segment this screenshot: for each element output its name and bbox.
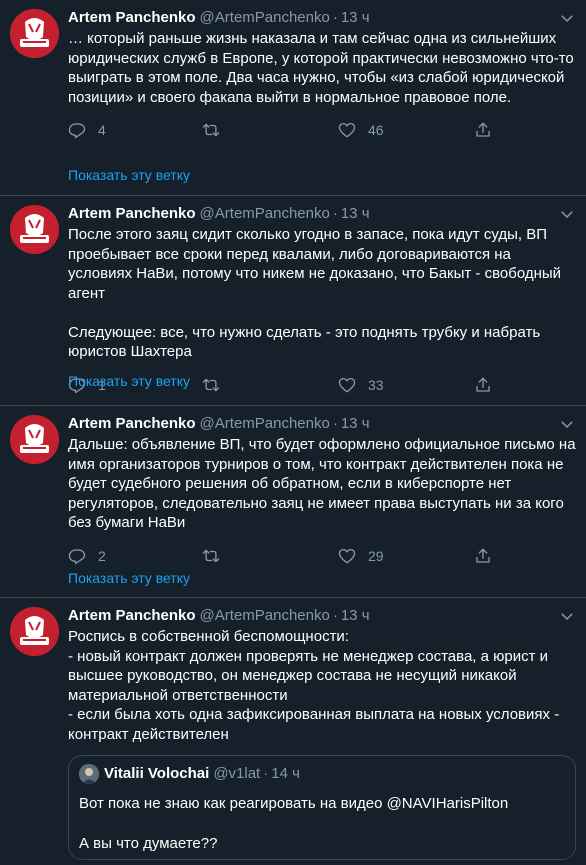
- avatar-logo-icon: [10, 607, 59, 656]
- show-thread-link[interactable]: Показать эту ветку: [68, 569, 190, 587]
- separator-dot: ·: [332, 205, 338, 222]
- retweet-button[interactable]: [202, 374, 232, 396]
- avatar-logo-icon: [10, 9, 59, 58]
- user-avatar-icon: [79, 764, 99, 784]
- share-icon: [476, 122, 490, 137]
- show-thread-link[interactable]: Показать эту ветку: [68, 166, 190, 184]
- share-button[interactable]: [474, 545, 492, 567]
- avatar[interactable]: [10, 415, 59, 464]
- tweet[interactable]: Artem Panchenko @ArtemPanchenko · 13 ч Посл…: [0, 196, 586, 406]
- tweet-header: Artem Panchenko @ArtemPanchenko · 13 ч: [68, 204, 576, 224]
- like-button[interactable]: 46: [338, 119, 384, 141]
- show-thread-link[interactable]: Показать эту ветку: [68, 372, 190, 390]
- share-icon: [476, 377, 490, 392]
- share-icon: [476, 548, 490, 563]
- quoted-author-handle: @v1lat: [213, 765, 261, 782]
- separator-dot: ·: [263, 765, 269, 782]
- tweet-header: Artem Panchenko @ArtemPanchenko · 13 ч: [68, 606, 576, 626]
- quoted-tweet-text: Вот пока не знаю как реагировать на виде…: [79, 795, 509, 852]
- quoted-tweet-time: 14 ч: [271, 765, 300, 782]
- chevron-down-icon[interactable]: [558, 9, 576, 27]
- heart-icon: [338, 122, 356, 138]
- tweet-time[interactable]: 13 ч: [341, 415, 370, 432]
- tweet-content: Artem Panchenko @ArtemPanchenko · 13 ч Даль…: [68, 414, 576, 567]
- tweet-header: Artem Panchenko @ArtemPanchenko · 13 ч: [68, 8, 576, 28]
- heart-icon: [338, 548, 356, 563]
- quoted-tweet-header: Vitalii Volochai @v1lat · 14 ч: [79, 764, 563, 784]
- author-handle[interactable]: @ArtemPanchenko: [200, 9, 330, 26]
- separator-dot: ·: [332, 9, 338, 26]
- like-count: 33: [368, 376, 384, 393]
- avatar[interactable]: [10, 205, 59, 254]
- chevron-down-icon[interactable]: [558, 607, 576, 625]
- quoted-tweet[interactable]: Vitalii Volochai @v1lat · 14 ч Вот пока не …: [68, 755, 576, 860]
- tweet[interactable]: Artem Panchenko @ArtemPanchenko · 13 ч … ко…: [0, 0, 586, 196]
- tweet-time[interactable]: 13 ч: [341, 9, 370, 26]
- retweet-icon: [202, 549, 220, 562]
- like-count: 29: [368, 547, 384, 564]
- tweet-content: Artem Panchenko @ArtemPanchenko · 13 ч Росп…: [68, 606, 576, 860]
- tweet-time[interactable]: 13 ч: [341, 205, 370, 222]
- avatar-logo-icon: [10, 205, 59, 254]
- share-button[interactable]: [474, 119, 492, 141]
- like-button[interactable]: 29: [338, 545, 384, 567]
- tweet-content: Artem Panchenko @ArtemPanchenko · 13 ч … ко…: [68, 8, 576, 141]
- avatar[interactable]: [10, 607, 59, 656]
- heart-icon: [338, 377, 356, 392]
- timeline: Artem Panchenko @ArtemPanchenko · 13 ч … ко…: [0, 0, 586, 865]
- tweet-text: Роспись в собственной беспомощности: - н…: [68, 628, 560, 743]
- tweet-text: Дальше: объявление ВП, что будет оформле…: [68, 436, 576, 531]
- retweet-icon: [202, 378, 220, 391]
- tweet-content: Artem Panchenko @ArtemPanchenko · 13 ч Посл…: [68, 204, 576, 396]
- quoted-author-name: Vitalii Volochai: [104, 765, 210, 782]
- retweet-button[interactable]: [202, 119, 232, 141]
- author-name[interactable]: Artem Panchenko: [68, 415, 196, 432]
- author-handle[interactable]: @ArtemPanchenko: [200, 607, 330, 624]
- reply-count: 2: [98, 547, 106, 564]
- avatar-logo-icon: [10, 415, 59, 464]
- tweet-time[interactable]: 13 ч: [341, 607, 370, 624]
- reply-button[interactable]: 4: [68, 119, 106, 141]
- author-handle[interactable]: @ArtemPanchenko: [200, 205, 330, 222]
- retweet-button[interactable]: [202, 545, 232, 567]
- reply-icon: [68, 548, 86, 564]
- like-button[interactable]: 33: [338, 374, 384, 396]
- reply-button[interactable]: 2: [68, 545, 106, 567]
- separator-dot: ·: [332, 607, 338, 624]
- tweet-actions: 4 46: [68, 119, 576, 141]
- tweet[interactable]: Artem Panchenko @ArtemPanchenko · 13 ч Росп…: [0, 598, 586, 865]
- tweet-actions: 2 29: [68, 545, 576, 567]
- retweet-icon: [202, 123, 220, 137]
- tweet-text: После этого заяц сидит сколько угодно в …: [68, 226, 562, 360]
- chevron-down-icon[interactable]: [558, 205, 576, 223]
- tweet-text: … который раньше жизнь наказала и там се…: [68, 30, 574, 106]
- share-button[interactable]: [474, 374, 492, 396]
- quoted-avatar: [79, 764, 99, 784]
- tweet[interactable]: Artem Panchenko @ArtemPanchenko · 13 ч Даль…: [0, 406, 586, 598]
- author-name[interactable]: Artem Panchenko: [68, 9, 196, 26]
- author-name[interactable]: Artem Panchenko: [68, 607, 196, 624]
- tweet-header: Artem Panchenko @ArtemPanchenko · 13 ч: [68, 414, 576, 434]
- avatar[interactable]: [10, 9, 59, 58]
- like-count: 46: [368, 122, 384, 138]
- author-handle[interactable]: @ArtemPanchenko: [200, 415, 330, 432]
- author-name[interactable]: Artem Panchenko: [68, 205, 196, 222]
- chevron-down-icon[interactable]: [558, 415, 576, 433]
- separator-dot: ·: [332, 415, 338, 432]
- reply-icon: [68, 123, 86, 139]
- reply-count: 4: [98, 122, 106, 138]
